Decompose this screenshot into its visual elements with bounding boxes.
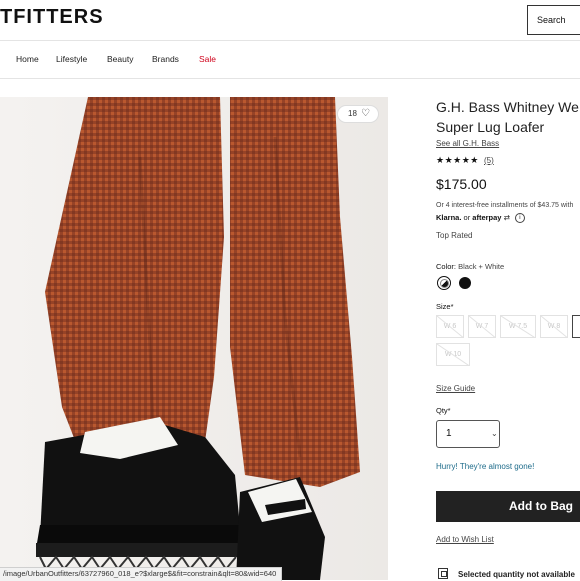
heart-icon: ♡ (361, 108, 370, 119)
product-title-line-1: G.H. Bass Whitney We (436, 99, 579, 115)
afterpay-logo[interactable]: afterpay (472, 213, 501, 222)
size-option-w7-5[interactable]: W 7.5 (500, 315, 536, 338)
review-count-link[interactable]: (5) (484, 156, 494, 165)
size-option-selected[interactable] (572, 315, 580, 338)
quantity-value: 1 (446, 428, 452, 439)
product-photo-illustration (0, 97, 388, 580)
product-image[interactable] (0, 97, 388, 580)
size-option-w7[interactable]: W 7 (468, 315, 496, 338)
unavailable-slash-icon (501, 316, 535, 337)
size-label: Size* (436, 302, 454, 311)
search-input[interactable]: Search (527, 5, 580, 35)
unavailable-slash-icon (437, 316, 463, 337)
nav-divider (0, 78, 580, 79)
unavailable-slash-icon (541, 316, 567, 337)
unavailable-slash-icon (469, 316, 495, 337)
product-title: G.H. Bass Whitney We Super Lug Loafer (436, 97, 580, 137)
color-label: Color: Black + White (436, 262, 504, 271)
payment-or: or (463, 213, 471, 222)
nav-item-home[interactable]: Home (16, 54, 39, 64)
size-option-w10[interactable]: W 10 (436, 343, 470, 366)
size-option-w8[interactable]: W 8 (540, 315, 568, 338)
brand-logo[interactable]: TFITTERS (0, 6, 104, 29)
nav-item-lifestyle[interactable]: Lifestyle (56, 54, 87, 64)
afterpay-icon: ⇄ (503, 213, 510, 222)
shipping-box-icon (438, 568, 448, 579)
nav-item-sale[interactable]: Sale (199, 54, 216, 64)
chevron-down-icon: ⌄ (491, 429, 498, 438)
main-nav: Home Lifestyle Beauty Brands Sale (0, 54, 580, 68)
quantity-label: Qty* (436, 406, 451, 415)
installment-text: Or 4 interest-free installments of $43.7… (436, 202, 574, 209)
wish-list-link[interactable]: Add to Wish List (436, 535, 494, 544)
like-button[interactable]: 18 ♡ (337, 105, 379, 123)
add-to-bag-button[interactable]: Add to Bag (436, 491, 580, 522)
color-value: Black + White (458, 262, 505, 271)
shipping-availability-text: Selected quantity not available (458, 570, 575, 579)
unavailable-slash-icon (437, 344, 469, 365)
browser-status-url: /image/UrbanOutfitters/63727960_018_e?$x… (0, 567, 283, 581)
color-swatch-black-white[interactable] (437, 276, 451, 290)
nav-item-brands[interactable]: Brands (152, 54, 179, 64)
size-option-w6[interactable]: W 6 (436, 315, 464, 338)
brand-link[interactable]: See all G.H. Bass (436, 139, 499, 148)
like-count: 18 (348, 109, 357, 118)
payment-options: Klarna. or afterpay ⇄ i (436, 213, 525, 224)
swatch-black-white-icon (440, 279, 449, 288)
header-divider (0, 40, 580, 41)
klarna-logo[interactable]: Klarna. (436, 213, 461, 222)
size-guide-link[interactable]: Size Guide (436, 384, 475, 393)
low-stock-message: Hurry! They're almost gone! (436, 462, 535, 471)
product-title-line-2: Super Lug Loafer (436, 119, 545, 135)
nav-item-beauty[interactable]: Beauty (107, 54, 133, 64)
rating-stars-icon: ★★★★★ (436, 155, 479, 165)
color-swatch-black[interactable] (459, 277, 471, 289)
info-icon[interactable]: i (514, 213, 525, 224)
top-rated-badge: Top Rated (436, 231, 473, 240)
color-label-text: Color: (436, 262, 457, 271)
product-price: $175.00 (436, 176, 487, 192)
quantity-select[interactable]: 1 ⌄ (436, 420, 500, 448)
